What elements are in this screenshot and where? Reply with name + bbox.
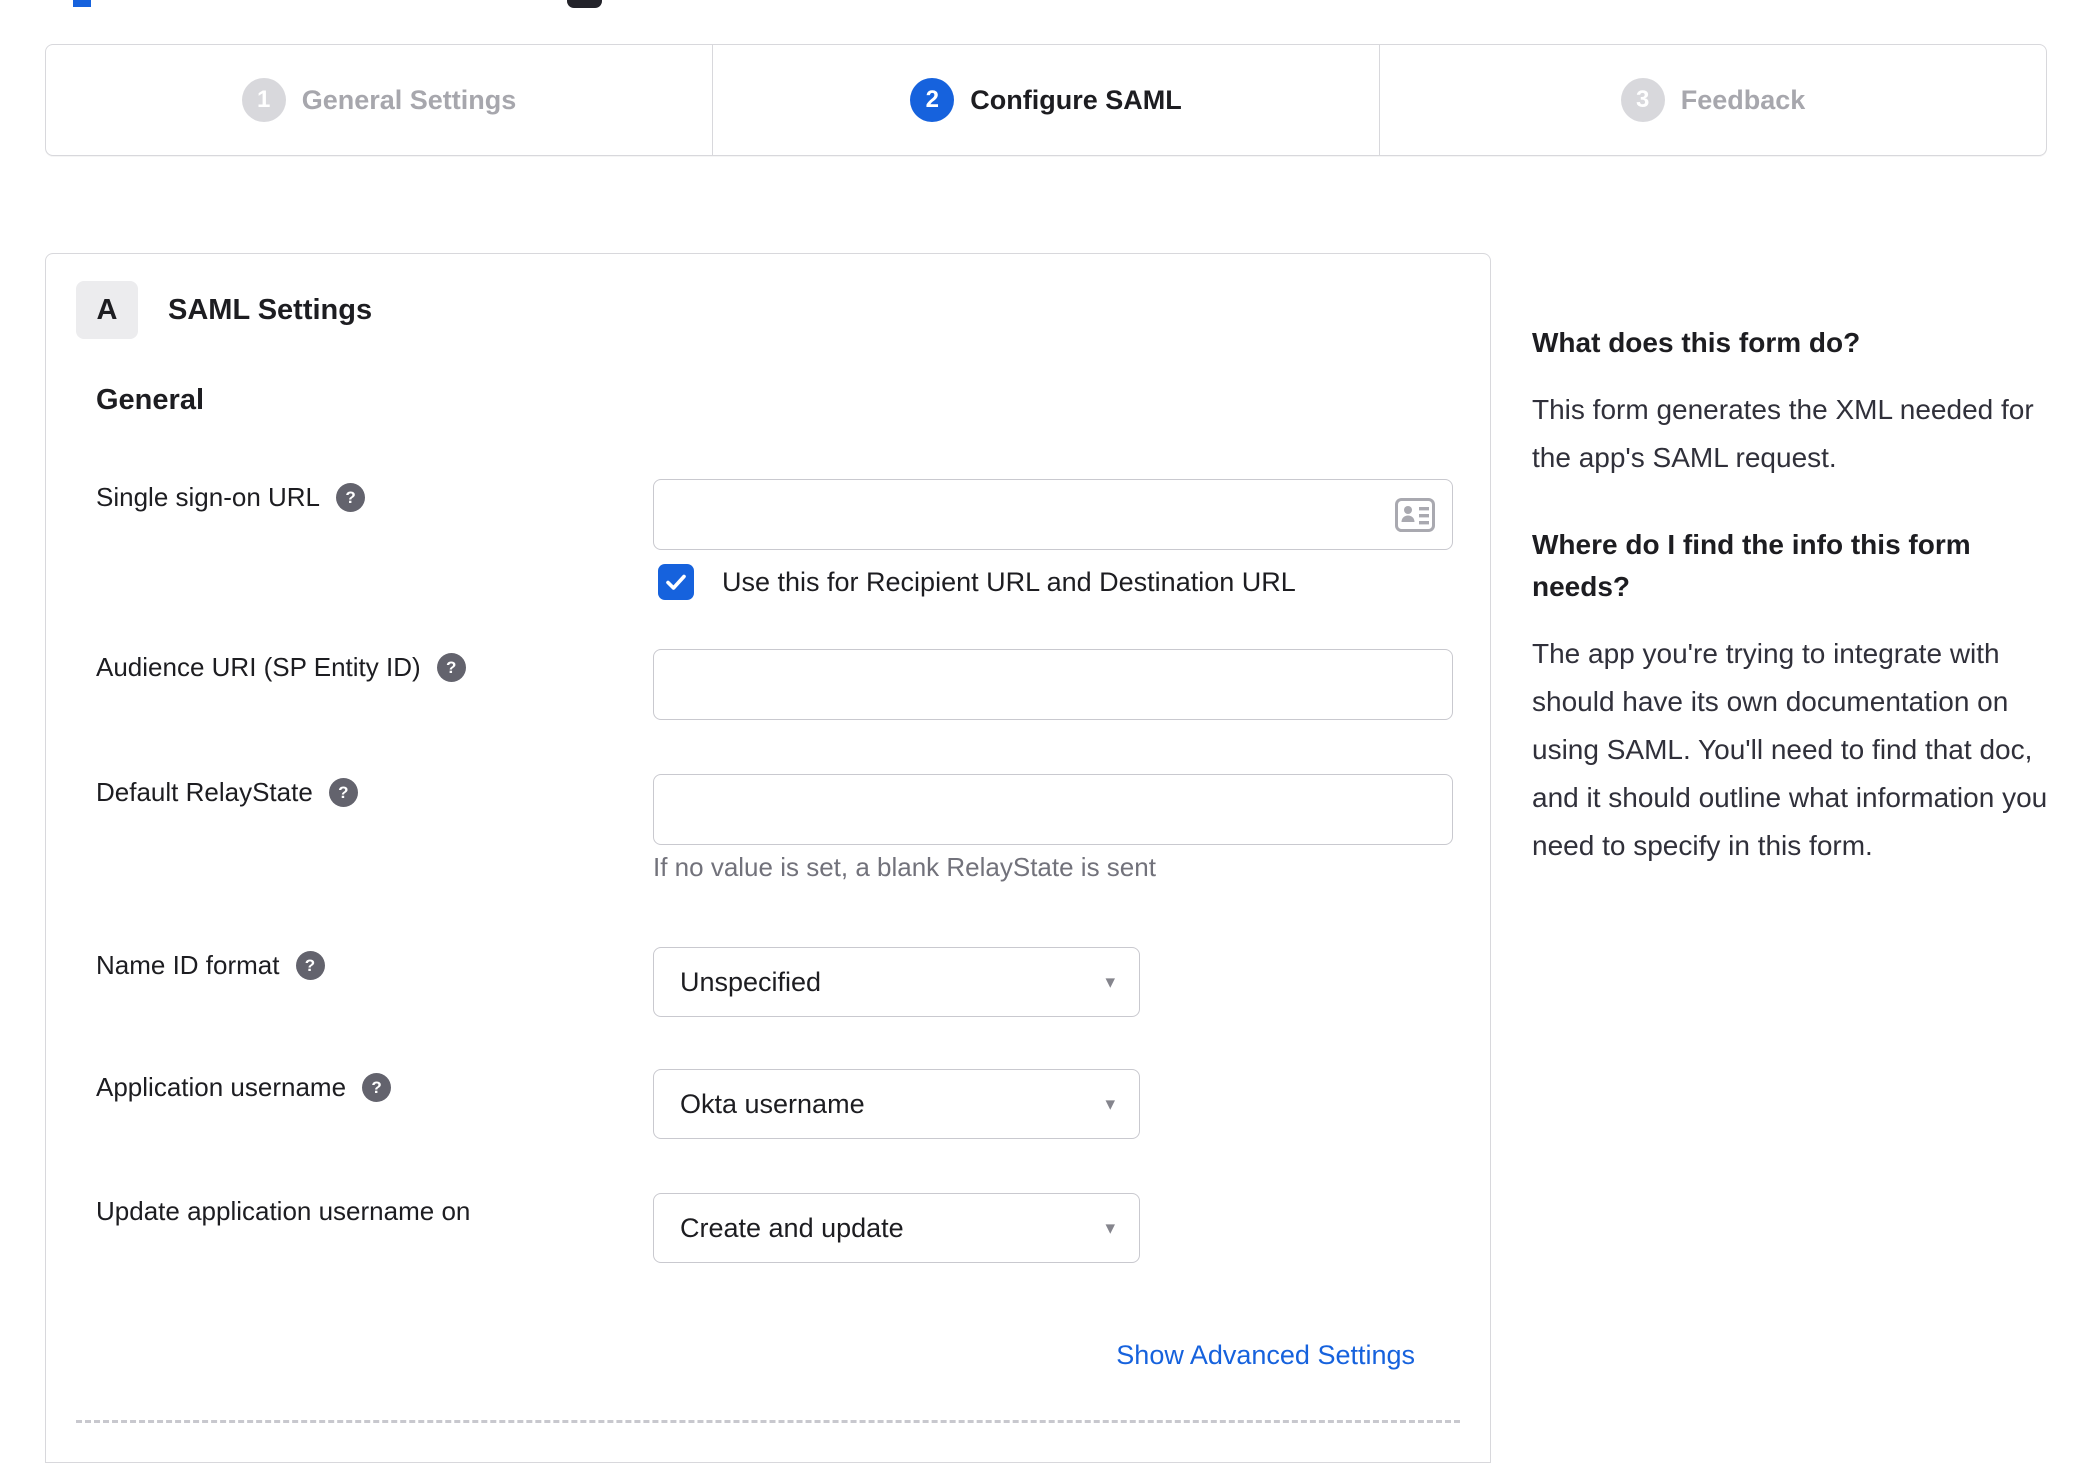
help-answer-2: The app you're trying to integrate with …	[1532, 638, 2048, 861]
checkbox-checked-icon[interactable]	[658, 564, 694, 600]
relaystate-label: Default RelayState	[96, 777, 313, 807]
help-icon[interactable]: ?	[336, 483, 366, 512]
step-label: Feedback	[1680, 84, 1806, 115]
step-number-badge: 3	[1620, 78, 1665, 122]
updateuser-label-row: Update application username on	[96, 1196, 470, 1227]
sso-url-label-row: Single sign-on URL ?	[96, 482, 366, 513]
saml-settings-panel: A SAML Settings General Single sign-on U…	[45, 253, 1491, 1463]
group-title-general: General	[96, 384, 204, 416]
step-number-badge: 2	[910, 78, 955, 122]
checkmark-icon	[666, 574, 686, 590]
updateuser-label: Update application username on	[96, 1196, 471, 1226]
audience-uri-label: Audience URI (SP Entity ID)	[96, 652, 421, 682]
help-answer-1: This form generates the XML needed for t…	[1532, 394, 2034, 473]
help-icon[interactable]: ?	[295, 951, 325, 980]
help-icon[interactable]: ?	[436, 653, 466, 682]
dashed-section-divider	[76, 1420, 1460, 1423]
appuser-label-row: Application username ?	[96, 1072, 392, 1103]
step-number-badge: 1	[241, 78, 286, 122]
relaystate-input[interactable]	[653, 774, 1453, 845]
updateuser-select[interactable]: Create and update ▾	[653, 1193, 1140, 1263]
step-general-settings[interactable]: 1 General Settings	[46, 45, 712, 155]
audience-uri-input[interactable]	[653, 649, 1453, 720]
help-sidebar: What does this form do? This form genera…	[1532, 322, 2052, 912]
cutoff-logo-fragment	[73, 0, 91, 7]
appuser-label: Application username	[96, 1072, 347, 1102]
section-header: A SAML Settings	[76, 281, 372, 339]
audience-uri-label-row: Audience URI (SP Entity ID) ?	[96, 652, 466, 683]
step-configure-saml[interactable]: 2 Configure SAML	[712, 45, 1379, 155]
sso-checkbox-label: Use this for Recipient URL and Destinati…	[722, 566, 1296, 597]
cutoff-control-fragment	[567, 0, 602, 8]
nameid-label-row: Name ID format ?	[96, 950, 325, 981]
sso-url-input-wrap	[653, 479, 1453, 550]
appuser-select[interactable]: Okta username ▾	[653, 1069, 1140, 1139]
chevron-down-icon: ▾	[1105, 1093, 1115, 1115]
help-question-2: Where do I find the info this form needs…	[1532, 529, 1971, 602]
chevron-down-icon: ▾	[1105, 1217, 1115, 1239]
nameid-selected-value: Unspecified	[680, 966, 822, 997]
updateuser-selected-value: Create and update	[680, 1212, 904, 1243]
sso-checkbox-row[interactable]: Use this for Recipient URL and Destinati…	[658, 564, 1296, 600]
step-label: General Settings	[301, 84, 517, 115]
relaystate-label-row: Default RelayState ?	[96, 777, 358, 808]
appuser-selected-value: Okta username	[680, 1088, 865, 1119]
help-icon[interactable]: ?	[362, 1073, 392, 1102]
sso-url-input[interactable]	[653, 479, 1453, 550]
chevron-down-icon: ▾	[1105, 971, 1115, 993]
help-icon[interactable]: ?	[328, 778, 358, 807]
help-question-1: What does this form do?	[1532, 327, 1861, 358]
step-feedback[interactable]: 3 Feedback	[1379, 45, 2046, 155]
contact-card-icon	[1395, 498, 1435, 532]
wizard-stepper: 1 General Settings 2 Configure SAML 3 Fe…	[45, 44, 2047, 156]
nameid-select[interactable]: Unspecified ▾	[653, 947, 1140, 1017]
step-label: Configure SAML	[970, 84, 1182, 115]
nameid-label: Name ID format	[96, 950, 280, 980]
sso-url-label: Single sign-on URL	[96, 482, 321, 512]
show-advanced-settings-link[interactable]: Show Advanced Settings	[1116, 1340, 1415, 1371]
section-letter-badge: A	[76, 281, 138, 339]
relaystate-hint: If no value is set, a blank RelayState i…	[653, 852, 1156, 882]
section-title: SAML Settings	[168, 293, 373, 326]
